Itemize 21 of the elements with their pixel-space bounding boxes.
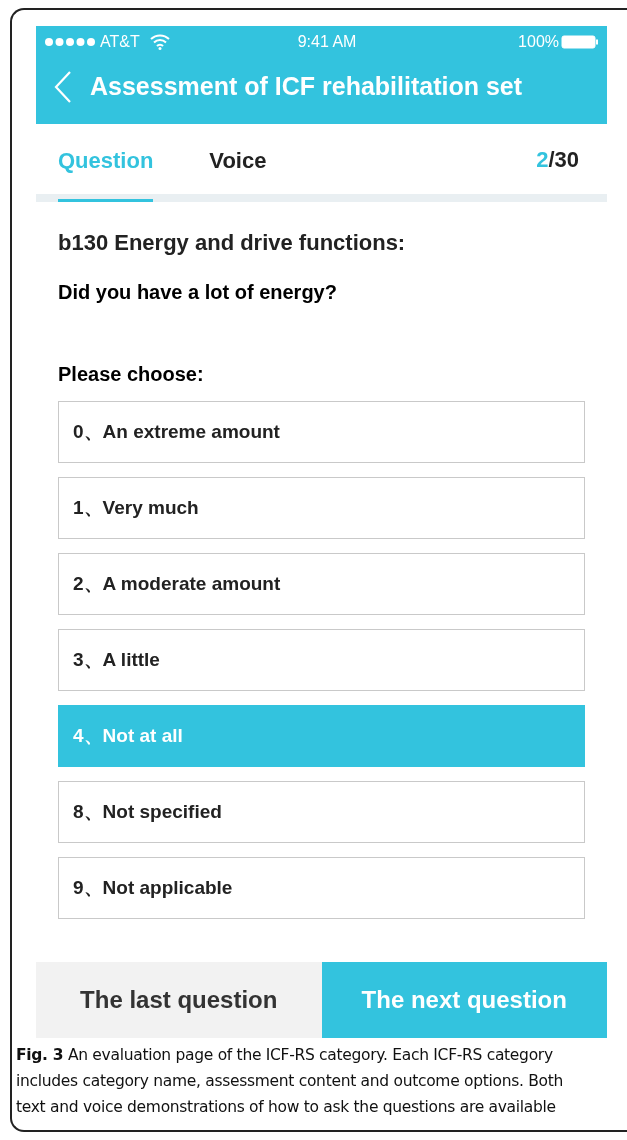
answer-option[interactable]: 3、A little xyxy=(58,629,585,691)
question-counter: 2/30 xyxy=(536,145,579,174)
battery-icon xyxy=(561,35,599,49)
back-icon[interactable] xyxy=(54,70,72,104)
figure-caption: Fig. 3 An evaluation page of the ICF-RS category. Each ICF-RS category includes category name, assessment content and outcome options. Both text and voice demonstrations of how to ask the questions are available xyxy=(16,1045,565,1118)
category-title: b130 Energy and drive functions: xyxy=(58,229,407,257)
answer-option[interactable]: 2、A moderate amount xyxy=(58,553,585,615)
wifi-icon xyxy=(149,34,170,50)
answer-option[interactable]: 8、Not specified xyxy=(58,781,585,843)
page-title: Assessment of ICF rehabilitation set xyxy=(90,71,523,103)
signal-icon xyxy=(44,37,96,47)
carrier-label: AT&T xyxy=(100,32,140,52)
question-text: Did you have a lot of energy? xyxy=(58,280,338,305)
tab[interactable]: Voice xyxy=(209,116,267,202)
answer-option[interactable]: 0、An extreme amount xyxy=(58,401,585,463)
previous-button[interactable]: The last question xyxy=(36,962,322,1038)
prompt-label: Please choose: xyxy=(58,362,205,387)
answer-option[interactable]: 1、Very much xyxy=(58,477,585,539)
answer-option[interactable]: 9、Not applicable xyxy=(58,857,585,919)
battery-percent: 100% xyxy=(518,32,559,52)
status-time: 9:41 AM xyxy=(297,32,357,52)
